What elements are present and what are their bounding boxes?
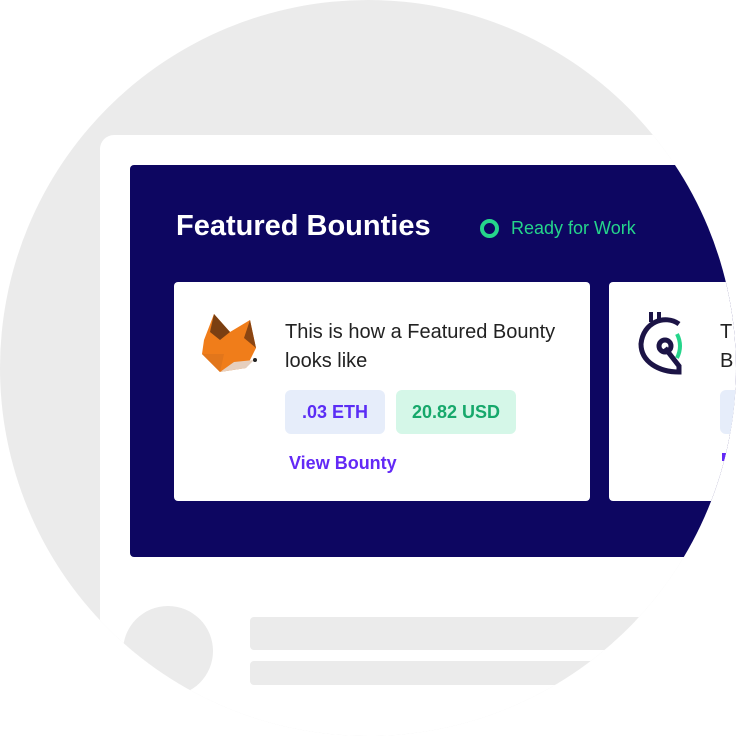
status-ring-icon (480, 219, 499, 238)
illustration-circle: Featured Bounties Ready for Work This is… (0, 0, 736, 736)
placeholder-bar (250, 617, 690, 650)
placeholder-bar (250, 661, 690, 685)
page-title: Featured Bounties (176, 210, 431, 242)
status-indicator: Ready for Work (480, 218, 636, 239)
bounty-title-partial: T B (720, 321, 734, 372)
usd-amount-badge: 20.82 USD (396, 390, 516, 434)
view-bounty-link[interactable] (722, 453, 726, 461)
bounty-card[interactable]: T B (609, 282, 736, 501)
view-bounty-link[interactable]: View Bounty (289, 453, 397, 474)
bounty-title: This is how a Featured Bounty looks like (285, 321, 556, 372)
metamask-fox-icon (202, 314, 257, 372)
placeholder-avatar (123, 606, 213, 696)
bounty-card[interactable]: This is how a Featured Bounty looks like… (174, 282, 590, 501)
eth-amount-badge: .03 ETH (285, 390, 385, 434)
gitcoin-logo-icon (638, 312, 682, 375)
status-label: Ready for Work (511, 218, 636, 238)
eth-amount-badge (720, 390, 736, 434)
